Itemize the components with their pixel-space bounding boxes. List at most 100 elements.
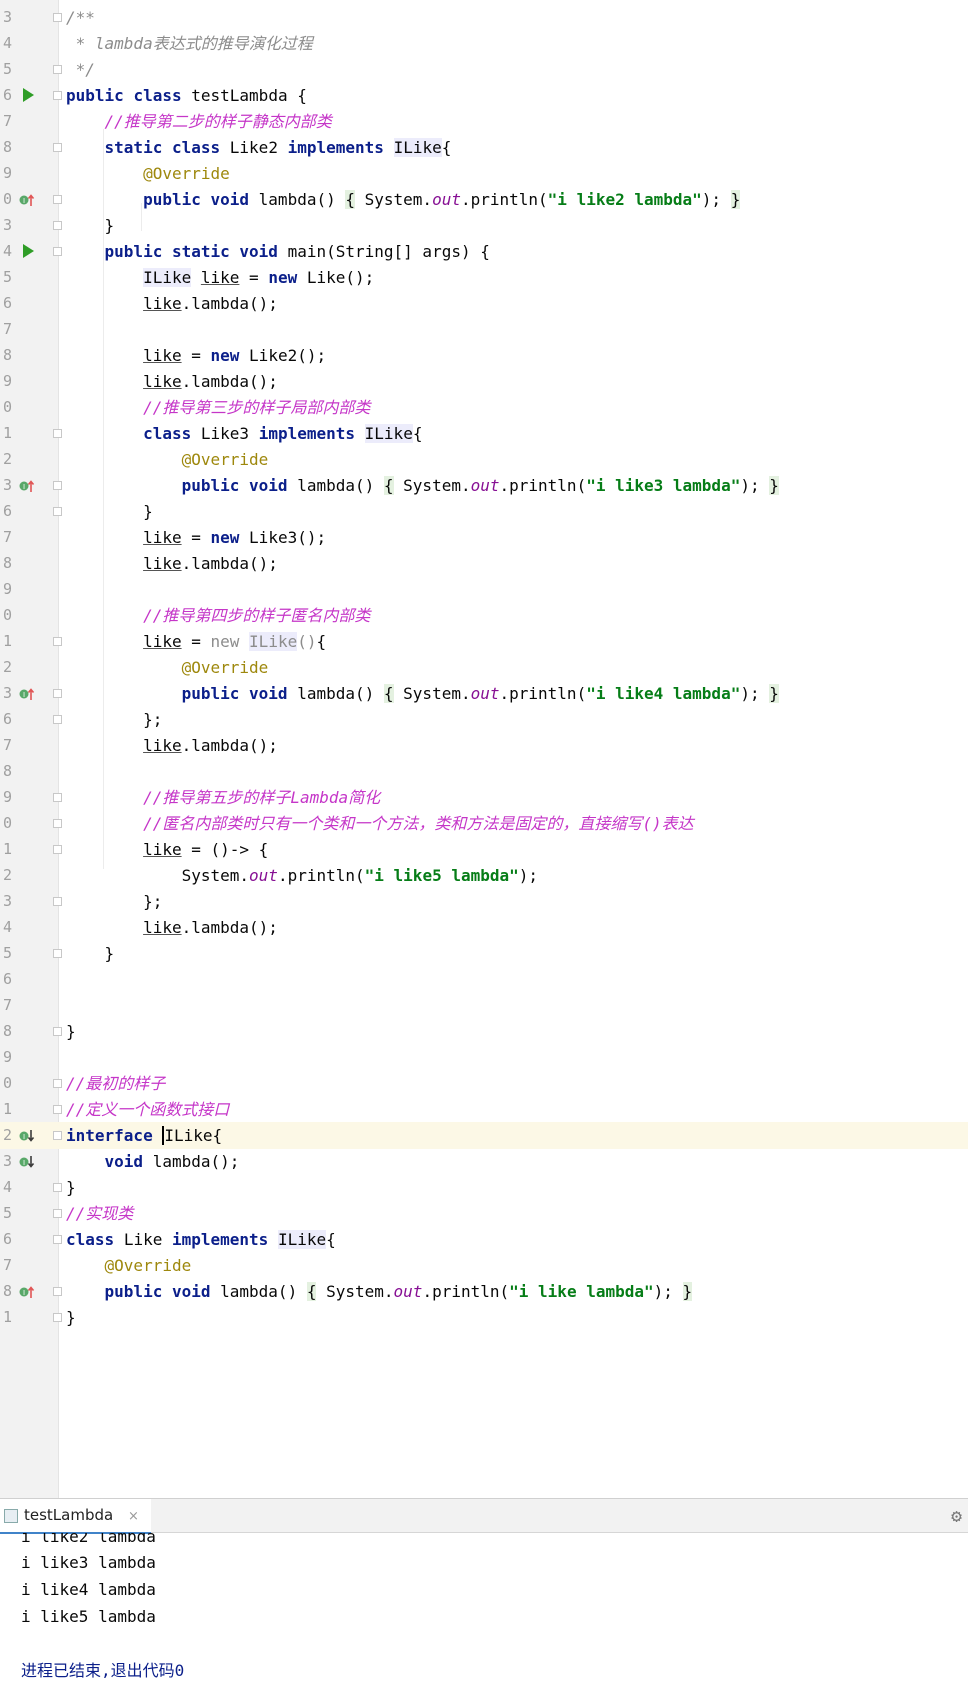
code-editor[interactable]: 3 /** 4 * lambda表达式的推导演化过程 5 */ 6 public… <box>0 0 968 1498</box>
line-number: 6 <box>2 502 12 520</box>
fold-icon[interactable] <box>53 1235 62 1244</box>
fold-icon[interactable] <box>53 949 62 958</box>
code-line: 8 like.lambda(); <box>0 550 968 577</box>
fold-icon[interactable] <box>53 429 62 438</box>
code-line: 9 @Override <box>0 160 968 187</box>
run-tab-label: testLambda <box>24 1506 114 1524</box>
code-line: 3 I public void lambda() { System.out.pr… <box>0 680 968 707</box>
implemented-icon[interactable]: I <box>19 1154 35 1170</box>
line-number: 6 <box>2 970 12 988</box>
fold-icon[interactable] <box>53 143 62 152</box>
fold-icon[interactable] <box>53 1079 62 1088</box>
code-line: 0 //最初的样子 <box>0 1070 968 1097</box>
console-line: i like3 lambda <box>21 1553 156 1572</box>
code-line: 9 //推导第五步的样子Lambda简化 <box>0 784 968 811</box>
fold-icon[interactable] <box>53 793 62 802</box>
fold-icon[interactable] <box>53 507 62 516</box>
code-line: 3 } <box>0 212 968 239</box>
line-number: 5 <box>2 60 12 78</box>
fold-icon[interactable] <box>53 1287 62 1296</box>
line-number: 8 <box>2 138 12 156</box>
line-number: 4 <box>2 34 12 52</box>
fold-icon[interactable] <box>53 1131 62 1140</box>
line-number: 9 <box>2 788 12 806</box>
override-icon[interactable]: I <box>19 1284 35 1300</box>
code-line: 1 } <box>0 1304 968 1331</box>
console-output[interactable]: i like2 lambda i like3 lambda i like4 la… <box>0 1533 968 1694</box>
code-line: 0 I public void lambda() { System.out.pr… <box>0 186 968 213</box>
fold-icon[interactable] <box>53 13 62 22</box>
line-number: 5 <box>2 268 12 286</box>
code-line: 7 <box>0 992 968 1019</box>
code-line: 1 class Like3 implements ILike{ <box>0 420 968 447</box>
fold-icon[interactable] <box>53 689 62 698</box>
fold-icon[interactable] <box>53 845 62 854</box>
override-icon[interactable]: I <box>19 478 35 494</box>
line-number: 7 <box>2 112 12 130</box>
fold-icon[interactable] <box>53 819 62 828</box>
line-number: 0 <box>2 606 12 624</box>
fold-icon[interactable] <box>53 247 62 256</box>
close-icon[interactable]: × <box>128 1509 139 1524</box>
fold-icon[interactable] <box>53 65 62 74</box>
line-number: 0 <box>2 1074 12 1092</box>
comment: //推导第三步的样子局部内部类 <box>143 398 371 417</box>
run-gutter-icon[interactable] <box>23 88 34 102</box>
line-number: 7 <box>2 320 12 338</box>
fold-icon[interactable] <box>53 221 62 230</box>
fold-icon[interactable] <box>53 897 62 906</box>
override-icon[interactable]: I <box>19 192 35 208</box>
fold-icon[interactable] <box>53 1313 62 1322</box>
code-line: 5 ILike like = new Like(); <box>0 264 968 291</box>
code-line: 6 class Like implements ILike{ <box>0 1226 968 1253</box>
line-number: 8 <box>2 554 12 572</box>
line-number: 7 <box>2 736 12 754</box>
line-number: 7 <box>2 996 12 1014</box>
comment: /** <box>66 8 95 27</box>
line-number: 2 <box>2 658 12 676</box>
code-line: 5 */ <box>0 56 968 83</box>
code-line: 0 //推导第三步的样子局部内部类 <box>0 394 968 421</box>
code-line: 8 like = new Like2(); <box>0 342 968 369</box>
code-line: 6 } <box>0 498 968 525</box>
code-line: 1 like = new ILike(){ <box>0 628 968 655</box>
exit-message: 进程已结束,退出代码0 <box>21 1661 185 1680</box>
run-gutter-icon[interactable] <box>23 244 34 258</box>
gear-icon[interactable]: ⚙ <box>951 1506 962 1527</box>
line-number: 3 <box>2 216 12 234</box>
line-number: 6 <box>2 710 12 728</box>
fold-icon[interactable] <box>53 1027 62 1036</box>
fold-icon[interactable] <box>53 481 62 490</box>
comment: //推导第五步的样子Lambda简化 <box>143 788 381 807</box>
code-line: 8 static class Like2 implements ILike{ <box>0 134 968 161</box>
svg-text:I: I <box>23 691 25 699</box>
fold-icon[interactable] <box>53 1183 62 1192</box>
line-number: 8 <box>2 346 12 364</box>
line-number: 5 <box>2 944 12 962</box>
line-number: 8 <box>2 1282 12 1300</box>
fold-icon[interactable] <box>53 637 62 646</box>
code-line: 3 /** <box>0 4 968 31</box>
code-line: 9 <box>0 576 968 603</box>
fold-icon[interactable] <box>53 1209 62 1218</box>
line-number: 9 <box>2 372 12 390</box>
fold-icon[interactable] <box>53 91 62 100</box>
code-line: 8 <box>0 758 968 785</box>
implemented-icon[interactable]: I <box>19 1128 35 1144</box>
run-tab[interactable]: testLambda × <box>0 1499 151 1534</box>
line-number: 0 <box>2 814 12 832</box>
fold-icon[interactable] <box>53 715 62 724</box>
fold-icon[interactable] <box>53 1105 62 1114</box>
comment: //实现类 <box>66 1204 134 1223</box>
comment: //推导第二步的样子静态内部类 <box>104 112 332 131</box>
line-number: 9 <box>2 164 12 182</box>
code-line: 6 <box>0 966 968 993</box>
code-line: 4 } <box>0 1174 968 1201</box>
svg-text:I: I <box>23 1289 25 1297</box>
code-line: 7 like = new Like3(); <box>0 524 968 551</box>
code-line: 1 like = ()-> { <box>0 836 968 863</box>
code-line: 4 * lambda表达式的推导演化过程 <box>0 30 968 57</box>
line-number: 3 <box>2 8 12 26</box>
fold-icon[interactable] <box>53 195 62 204</box>
override-icon[interactable]: I <box>19 686 35 702</box>
